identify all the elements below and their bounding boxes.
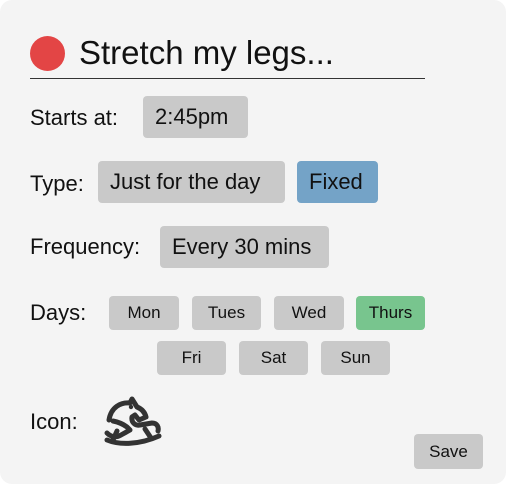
icon-label: Icon: — [30, 409, 78, 434]
save-button[interactable]: Save — [414, 434, 483, 469]
day-tues-button[interactable]: Tues — [192, 296, 261, 330]
day-mon-button[interactable]: Mon — [109, 296, 179, 330]
starts-at-label: Starts at: — [30, 105, 119, 130]
day-wed-button[interactable]: Wed — [274, 296, 344, 330]
frequency-label: Frequency: — [30, 234, 141, 259]
type-option-just-for-the-day[interactable]: Just for the day — [98, 161, 285, 203]
frequency-button[interactable]: Every 30 mins — [160, 226, 329, 268]
type-label: Type: — [30, 171, 84, 196]
day-thurs-button[interactable]: Thurs — [356, 296, 425, 330]
day-sun-button[interactable]: Sun — [321, 341, 390, 375]
title-row[interactable]: Stretch my legs... — [30, 33, 425, 79]
status-dot — [30, 36, 65, 71]
day-sat-button[interactable]: Sat — [239, 341, 308, 375]
days-label: Days: — [30, 300, 87, 325]
reminder-title-input[interactable]: Stretch my legs... — [79, 33, 334, 73]
day-fri-button[interactable]: Fri — [157, 341, 226, 375]
starts-at-time-button[interactable]: 2:45pm — [143, 96, 248, 138]
type-option-fixed[interactable]: Fixed — [297, 161, 378, 203]
rocking-horse-icon[interactable] — [101, 395, 163, 449]
reminder-card: Stretch my legs... Starts at: 2:45pm Typ… — [0, 0, 506, 484]
